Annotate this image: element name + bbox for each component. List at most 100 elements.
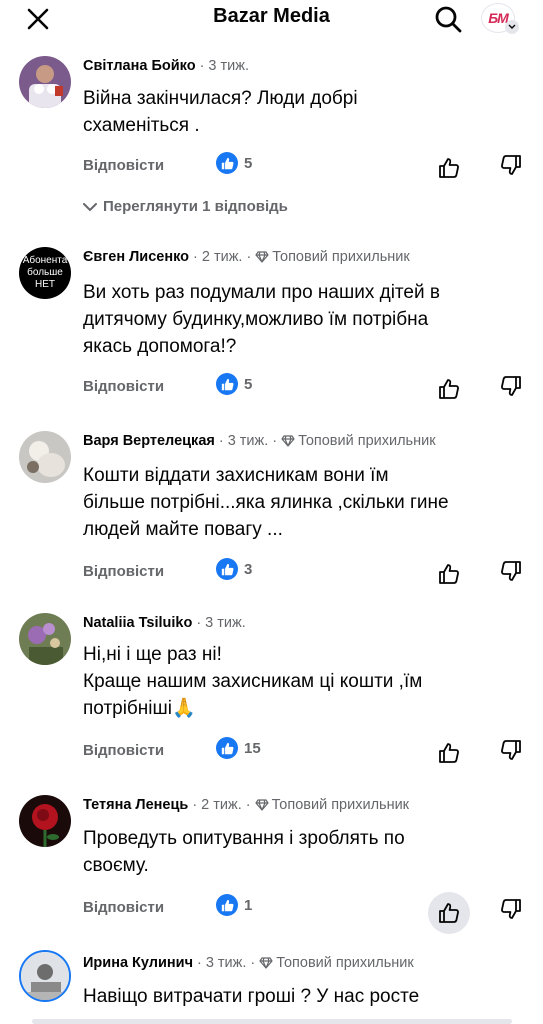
reaction-summary[interactable]: 5 — [216, 373, 252, 395]
diamond-icon — [281, 435, 295, 447]
reaction-count: 3 — [244, 560, 253, 578]
comment-text: Проведуть опитування і зроблять по своєм… — [83, 825, 523, 879]
separator-dot: · — [218, 433, 224, 449]
avatar-text-line: Абонента — [22, 255, 68, 266]
reaction-summary[interactable]: 5 — [216, 152, 252, 174]
thumbs-down-icon — [501, 561, 521, 581]
upvote-button[interactable] — [432, 151, 466, 185]
upvote-button[interactable] — [432, 557, 466, 591]
comment-meta: Євген Лисенко · 2 тиж. · Топовий прихиль… — [83, 247, 410, 267]
top-fan-badge: Топовий прихильник — [281, 433, 436, 449]
close-button[interactable] — [22, 4, 54, 34]
thumbs-up-icon — [439, 158, 459, 178]
author-name[interactable]: Nataliia Tsiluiko — [83, 615, 192, 631]
comment-text: Кошти віддати захисникам вони їм більше … — [83, 462, 523, 543]
comment-time[interactable]: 3 тиж. — [206, 955, 247, 971]
comment-meta: Ирина Кулинич · 3 тиж. · Топовий прихиль… — [83, 953, 414, 973]
comment-text-line: людей майте повагу ... — [83, 519, 283, 540]
downvote-button[interactable] — [494, 554, 528, 588]
comment-text-line: потрібніші🙏 — [83, 698, 196, 719]
reaction-count: 1 — [244, 896, 253, 914]
reaction-count: 5 — [244, 154, 253, 172]
downvote-button[interactable] — [494, 148, 528, 182]
author-name[interactable]: Світлана Бойко — [83, 58, 196, 74]
diamond-icon — [259, 957, 273, 969]
downvote-button[interactable] — [494, 733, 528, 767]
avatar[interactable] — [19, 613, 71, 665]
comment-text-line: Кошти віддати захисникам вони їм — [83, 465, 389, 486]
comment-meta: Світлана Бойко · 3 тиж. — [83, 56, 249, 76]
downvote-button[interactable] — [494, 369, 528, 403]
author-name[interactable]: Євген Лисенко — [83, 249, 189, 265]
upvote-button[interactable] — [432, 372, 466, 406]
close-icon — [27, 8, 49, 30]
reply-button[interactable]: Відповісти — [83, 378, 164, 395]
separator-dot: · — [196, 955, 202, 971]
reply-button[interactable]: Відповісти — [83, 157, 164, 174]
separator-dot: · — [250, 955, 256, 971]
avatar[interactable] — [19, 56, 71, 108]
avatar-text: Абонента больше НЕТ — [19, 255, 71, 291]
thumbs-down-icon — [501, 740, 521, 760]
top-fan-badge: Топовий прихильник — [254, 797, 409, 813]
comment-text-line: Проведуть опитування і зроблять по — [83, 828, 405, 849]
top-fan-badge: Топовий прихильник — [259, 955, 414, 971]
separator-dot: · — [196, 615, 202, 631]
separator-dot: · — [199, 58, 205, 74]
like-reaction-icon — [216, 894, 238, 916]
reaction-summary[interactable]: 1 — [216, 894, 252, 916]
avatar[interactable] — [19, 431, 71, 483]
separator-dot: · — [272, 433, 278, 449]
comment-time[interactable]: 3 тиж. — [228, 433, 269, 449]
author-name[interactable]: Тетяна Ленець — [83, 797, 188, 813]
badge-label: Топовий прихильник — [276, 955, 414, 971]
comment-time[interactable]: 2 тиж. — [201, 797, 242, 813]
comment-time[interactable]: 3 тиж. — [205, 615, 246, 631]
avatar-text-line: НЕТ — [35, 279, 55, 290]
view-replies-button[interactable]: Переглянути 1 відповідь — [83, 198, 288, 215]
thumbs-down-icon — [501, 155, 521, 175]
comment-text-line: дитячому будинку,можливо їм потрібна — [83, 309, 429, 330]
thumbs-up-icon — [439, 903, 459, 923]
comment-text-line: Ні,ні і ще раз ні! — [83, 644, 222, 665]
comment-text: Ні,ні і ще раз ні! Краще нашим захисника… — [83, 641, 523, 722]
thumbs-up-icon — [439, 743, 459, 763]
comment-meta: Варя Вертелецкая · 3 тиж. · Топовий прих… — [83, 431, 436, 451]
downvote-button[interactable] — [494, 892, 528, 926]
comment-composer-edge — [32, 1019, 512, 1024]
author-name[interactable]: Ирина Кулинич — [83, 955, 193, 971]
badge-label: Топовий прихильник — [298, 433, 436, 449]
like-reaction-icon — [216, 558, 238, 580]
reaction-summary[interactable]: 3 — [216, 558, 252, 580]
reaction-count: 15 — [244, 739, 261, 757]
reaction-summary[interactable]: 15 — [216, 737, 261, 759]
upvote-button[interactable] — [432, 736, 466, 770]
avatar[interactable]: Абонента больше НЕТ — [19, 247, 71, 299]
view-replies-label: Переглянути 1 відповідь — [103, 198, 288, 215]
like-reaction-icon — [216, 737, 238, 759]
upvote-button[interactable] — [428, 892, 470, 934]
separator-dot: · — [192, 797, 198, 813]
reply-button[interactable]: Відповісти — [83, 563, 164, 580]
reply-button[interactable]: Відповісти — [83, 899, 164, 916]
like-reaction-icon — [216, 152, 238, 174]
diamond-icon — [255, 251, 269, 263]
separator-dot: · — [246, 249, 252, 265]
comment-text-line: своєму. — [83, 855, 149, 876]
separator-dot: · — [193, 249, 198, 265]
comment-text-line: Навіщо витрачати гроші ? У нас росте — [83, 986, 420, 1007]
thumbs-up-icon — [439, 379, 459, 399]
chevron-down-icon — [505, 20, 519, 34]
comment-time[interactable]: 3 тиж. — [208, 58, 249, 74]
diamond-icon — [254, 799, 269, 811]
comment-time[interactable]: 2 тиж. — [202, 249, 243, 265]
avatar[interactable] — [19, 950, 71, 1002]
avatar[interactable] — [19, 795, 71, 847]
search-icon — [435, 6, 462, 33]
top-fan-badge: Топовий прихильник — [255, 249, 410, 265]
chevron-down-icon — [83, 202, 97, 211]
reply-button[interactable]: Відповісти — [83, 742, 164, 759]
author-name[interactable]: Варя Вертелецкая — [83, 433, 215, 449]
search-button[interactable] — [430, 3, 466, 35]
page-profile-button[interactable]: БМ — [478, 2, 522, 36]
